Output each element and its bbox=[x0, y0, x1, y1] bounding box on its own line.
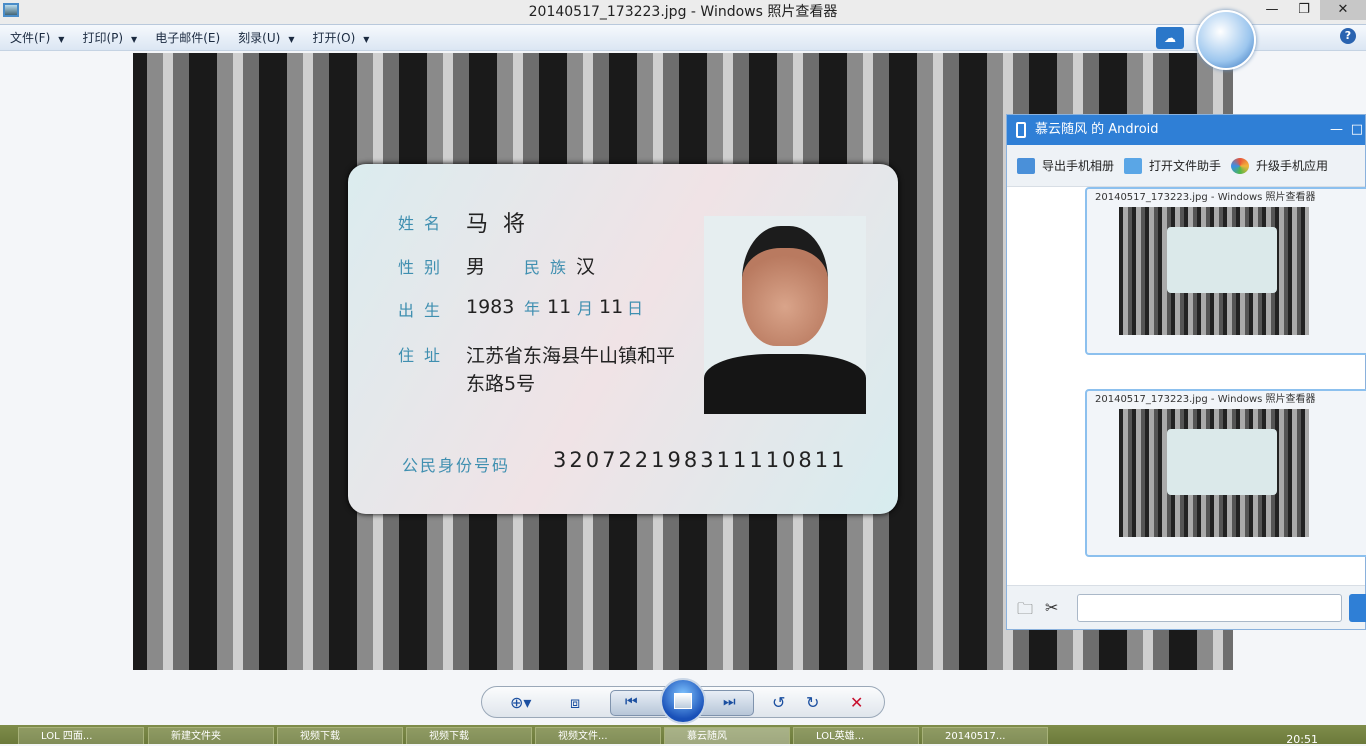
menu-label: 打开(O) bbox=[312, 31, 356, 45]
scissors-icon[interactable]: ✂ bbox=[1045, 598, 1058, 617]
name-label: 姓名 bbox=[398, 214, 451, 233]
panel-minimize-button[interactable]: — bbox=[1330, 115, 1343, 145]
cloud-icon[interactable]: ☁ bbox=[1156, 27, 1184, 49]
sex-value: 男 bbox=[466, 256, 486, 278]
menu-open[interactable]: 打开(O) ▼ bbox=[312, 29, 369, 46]
photo-viewer-icon bbox=[3, 3, 19, 17]
panel-header: 慕云随风 的 Android — □ bbox=[1007, 115, 1365, 145]
help-button[interactable]: ? bbox=[1340, 28, 1356, 44]
chat-image-thumbnail[interactable]: 20140517_173223.jpg - Windows 照片查看器 bbox=[1085, 187, 1366, 355]
open-file-helper-button[interactable]: 打开文件助手 bbox=[1124, 157, 1221, 174]
rotate-ccw-button[interactable]: ↺ bbox=[772, 693, 785, 712]
maximize-button[interactable]: ❐ bbox=[1288, 0, 1320, 20]
thumbnail-title: 20140517_173223.jpg - Windows 照片查看器 bbox=[1095, 393, 1316, 406]
taskbar-item[interactable]: 视频下载 bbox=[406, 727, 532, 744]
tool-label: 打开文件助手 bbox=[1149, 159, 1222, 173]
next-button[interactable]: ⏭ bbox=[723, 694, 736, 710]
slideshow-icon bbox=[674, 693, 692, 709]
export-album-button[interactable]: 导出手机相册 bbox=[1017, 157, 1114, 174]
menu-label: 打印(P) bbox=[82, 31, 124, 45]
taskbar-item[interactable]: 新建文件夹 bbox=[148, 727, 274, 744]
taskbar-item[interactable]: 慕云随风 bbox=[664, 727, 790, 744]
sex-label: 性别 bbox=[398, 258, 451, 277]
chevron-down-icon: ▼ bbox=[288, 35, 295, 44]
address-line2: 东路5号 bbox=[466, 373, 536, 395]
birth-month: 11 bbox=[547, 296, 572, 318]
year-label: 年 bbox=[524, 299, 541, 318]
month-label: 月 bbox=[577, 299, 594, 318]
minimize-button[interactable]: — bbox=[1256, 0, 1288, 20]
taskbar-item[interactable]: LOL 四面... bbox=[18, 727, 144, 744]
panel-title: 慕云随风 的 Android bbox=[1035, 122, 1159, 137]
delete-button[interactable]: ✕ bbox=[850, 693, 863, 712]
ethnic-label: 民族 bbox=[524, 258, 577, 277]
address-label: 住址 bbox=[398, 346, 451, 365]
day-label: 日 bbox=[627, 299, 644, 318]
menu-print[interactable]: 打印(P) ▼ bbox=[82, 29, 137, 46]
message-bar: 🗀 ✂ bbox=[1007, 585, 1366, 629]
title-bar: 20140517_173223.jpg - Windows 照片查看器 — ❐ … bbox=[0, 0, 1366, 24]
chevron-down-icon: ▼ bbox=[58, 35, 65, 44]
export-photo-icon bbox=[1017, 157, 1035, 174]
rotate-cw-button[interactable]: ↻ bbox=[806, 693, 819, 712]
taskbar: LOL 四面... 新建文件夹 视频下载 视频下载 视频文件... 慕云随风 L… bbox=[0, 725, 1366, 744]
upgrade-apps-button[interactable]: 升级手机应用 bbox=[1231, 157, 1328, 174]
panel-toolbar: 导出手机相册 打开文件助手 升级手机应用 bbox=[1007, 145, 1365, 187]
actual-size-button[interactable]: ⧈ bbox=[570, 693, 580, 713]
id-card: 姓名 马 将 性别 男 民族 汉 出生 1983 年 11 月 11 日 住址 … bbox=[348, 164, 898, 514]
menu-label: 文件(F) bbox=[10, 31, 51, 45]
chevron-down-icon: ▼ bbox=[131, 35, 138, 44]
panel-maximize-button[interactable]: □ bbox=[1351, 115, 1363, 145]
taskbar-item[interactable]: 视频文件... bbox=[535, 727, 661, 744]
previous-button[interactable]: ⏮ bbox=[625, 694, 638, 710]
menu-file[interactable]: 文件(F) ▼ bbox=[10, 29, 64, 46]
send-button[interactable] bbox=[1349, 594, 1366, 622]
portrait-photo bbox=[704, 216, 866, 414]
message-input[interactable] bbox=[1077, 594, 1342, 622]
name-value: 马 将 bbox=[466, 212, 529, 237]
app-logo-icon[interactable] bbox=[1196, 10, 1256, 70]
chevron-down-icon: ▼ bbox=[363, 35, 370, 44]
menu-label: 电子邮件(E) bbox=[155, 31, 221, 45]
slideshow-button[interactable] bbox=[660, 678, 706, 724]
menu-email[interactable]: 电子邮件(E) bbox=[155, 29, 220, 46]
menu-label: 刻录(U) bbox=[238, 31, 281, 45]
birth-year: 1983 bbox=[466, 296, 515, 318]
menu-burn[interactable]: 刻录(U) ▼ bbox=[238, 29, 294, 46]
taskbar-item[interactable]: 20140517... bbox=[922, 727, 1048, 744]
birth-label: 出生 bbox=[398, 301, 451, 320]
ethnic-value: 汉 bbox=[576, 256, 596, 278]
tool-label: 导出手机相册 bbox=[1042, 159, 1115, 173]
phone-assistant-window: 慕云随风 的 Android — □ 导出手机相册 打开文件助手 升级手机应用 … bbox=[1006, 114, 1366, 630]
id-number: 320722198311110811 bbox=[553, 448, 848, 472]
upgrade-icon bbox=[1231, 157, 1250, 174]
birth-day: 11 bbox=[599, 296, 624, 318]
thumbnail-title: 20140517_173223.jpg - Windows 照片查看器 bbox=[1095, 191, 1316, 204]
clock[interactable]: 20:51 bbox=[1286, 733, 1318, 746]
tool-label: 升级手机应用 bbox=[1256, 159, 1329, 173]
window-title: 20140517_173223.jpg - Windows 照片查看器 bbox=[528, 4, 838, 20]
phone-icon bbox=[1016, 122, 1026, 138]
taskbar-item[interactable]: 视频下载 bbox=[277, 727, 403, 744]
taskbar-item[interactable]: LOL英雄... bbox=[793, 727, 919, 744]
folder-icon bbox=[1124, 157, 1143, 174]
folder-icon[interactable]: 🗀 bbox=[1017, 598, 1033, 625]
close-button[interactable]: ✕ bbox=[1320, 0, 1366, 20]
chat-image-thumbnail[interactable]: 20140517_173223.jpg - Windows 照片查看器 bbox=[1085, 389, 1366, 557]
address-line1: 江苏省东海县牛山镇和平 bbox=[466, 345, 676, 367]
zoom-button[interactable]: ⊕▾ bbox=[510, 693, 531, 712]
id-number-label: 公民身份号码 bbox=[402, 456, 511, 475]
